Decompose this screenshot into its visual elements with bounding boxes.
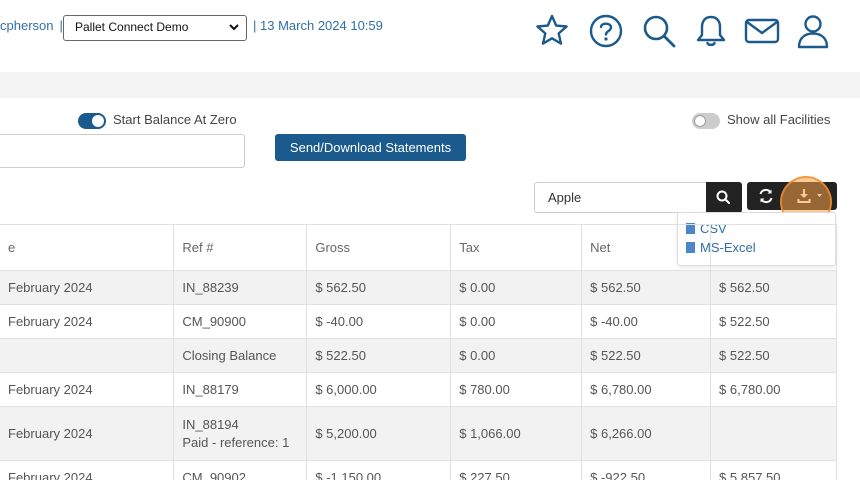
table-header-row: e Ref # Gross Tax Net: [0, 224, 837, 271]
cell-balance: $ 562.50: [710, 270, 837, 305]
cell-net: $ -40.00: [581, 304, 712, 339]
start-balance-toggle[interactable]: [78, 113, 106, 129]
column-header-balance[interactable]: [710, 224, 837, 271]
bell-icon[interactable]: [692, 12, 730, 50]
cell-gross: $ 5,200.00: [306, 406, 452, 461]
cell-balance: $ 522.50: [710, 338, 837, 373]
cell-ref: CM_90900: [173, 304, 308, 339]
cell-balance: $ 5,857.50: [710, 460, 837, 480]
cell-balance: $ 6,780.00: [710, 372, 837, 407]
cell-net: $ 562.50: [581, 270, 712, 305]
cell-ref: IN_88194 Paid - reference: 1: [173, 406, 308, 461]
cell-tax: $ 0.00: [450, 270, 583, 305]
cell-net: $ 6,780.00: [581, 372, 712, 407]
star-icon[interactable]: [533, 12, 571, 50]
current-timestamp: 13 March 2024 10:59: [260, 18, 383, 33]
search-input[interactable]: Apple: [534, 182, 706, 213]
cell-date: February 2024: [0, 406, 175, 461]
company-select-value: Pallet Connect Demo: [75, 20, 189, 34]
cell-balance: $ 522.50: [710, 304, 837, 339]
cell-date: [0, 338, 175, 373]
table-row[interactable]: February 2024 CM_90900 $ -40.00 $ 0.00 $…: [0, 304, 837, 339]
search-icon[interactable]: [640, 12, 678, 50]
table-row[interactable]: February 2024 IN_88239 $ 562.50 $ 0.00 $…: [0, 270, 837, 305]
cell-ref: IN_88179: [173, 372, 308, 407]
user-name[interactable]: cpherson: [0, 18, 53, 33]
header-divider-band: [0, 72, 860, 98]
cell-date: February 2024: [0, 270, 175, 305]
column-header-gross[interactable]: Gross: [306, 224, 452, 271]
cell-gross: $ 562.50: [306, 270, 452, 305]
cell-date: February 2024: [0, 372, 175, 407]
statement-table: e Ref # Gross Tax Net February 2024 IN_8…: [0, 224, 837, 480]
search-icon: [716, 190, 730, 204]
search-button[interactable]: [706, 182, 742, 213]
table-row[interactable]: February 2024 IN_88194 Paid - reference:…: [0, 406, 837, 461]
column-header-ref[interactable]: Ref #: [173, 224, 308, 271]
cell-tax: $ 0.00: [450, 304, 583, 339]
cell-tax: $ 780.00: [450, 372, 583, 407]
cell-net: $ 6,266.00: [581, 406, 712, 461]
table-row[interactable]: February 2024 CM_90902 $ -1,150.00 $ 227…: [0, 460, 837, 480]
column-header-tax[interactable]: Tax: [450, 224, 583, 271]
send-download-statements-button[interactable]: Send/Download Statements: [275, 134, 466, 161]
help-icon[interactable]: [587, 12, 625, 50]
cell-date: February 2024: [0, 304, 175, 339]
cell-ref-payment-note: Paid - reference: 1: [182, 434, 290, 450]
show-all-facilities-label: Show all Facilities: [727, 112, 831, 127]
top-bar: cpherson | Pallet Connect Demo | 13 March…: [0, 0, 860, 72]
cell-tax: $ 227.50: [450, 460, 583, 480]
separator: |: [253, 18, 257, 33]
cell-gross: $ -40.00: [306, 304, 452, 339]
cell-ref-number: IN_88194: [182, 416, 239, 432]
cell-ref: Closing Balance: [173, 338, 308, 373]
cell-gross: $ 6,000.00: [306, 372, 452, 407]
cell-net: $ -922.50: [581, 460, 712, 480]
timestamp-line: | 13 March 2024 10:59: [253, 18, 383, 33]
show-all-facilities-toggle[interactable]: [692, 113, 720, 129]
filter-input[interactable]: [0, 134, 245, 168]
cell-gross: $ 522.50: [306, 338, 452, 373]
cell-net: $ 522.50: [581, 338, 712, 373]
mail-icon[interactable]: [743, 12, 781, 50]
cell-ref: CM_90902: [173, 460, 308, 480]
cell-ref: IN_88239: [173, 270, 308, 305]
column-header-date[interactable]: e: [0, 224, 175, 271]
column-header-net[interactable]: Net: [581, 224, 712, 271]
table-row[interactable]: Closing Balance $ 522.50 $ 0.00 $ 522.50…: [0, 338, 837, 373]
user-name-fragment[interactable]: cpherson |: [0, 18, 69, 33]
start-balance-label: Start Balance At Zero: [113, 112, 237, 127]
chevron-down-icon: [229, 24, 239, 31]
cell-tax: $ 0.00: [450, 338, 583, 373]
cell-balance: [710, 406, 837, 461]
cell-tax: $ 1,066.00: [450, 406, 583, 461]
cell-gross: $ -1,150.00: [306, 460, 452, 480]
table-row[interactable]: February 2024 IN_88179 $ 6,000.00 $ 780.…: [0, 372, 837, 407]
user-icon[interactable]: [794, 12, 832, 50]
company-select[interactable]: Pallet Connect Demo: [63, 15, 247, 41]
cell-date: February 2024: [0, 460, 175, 480]
